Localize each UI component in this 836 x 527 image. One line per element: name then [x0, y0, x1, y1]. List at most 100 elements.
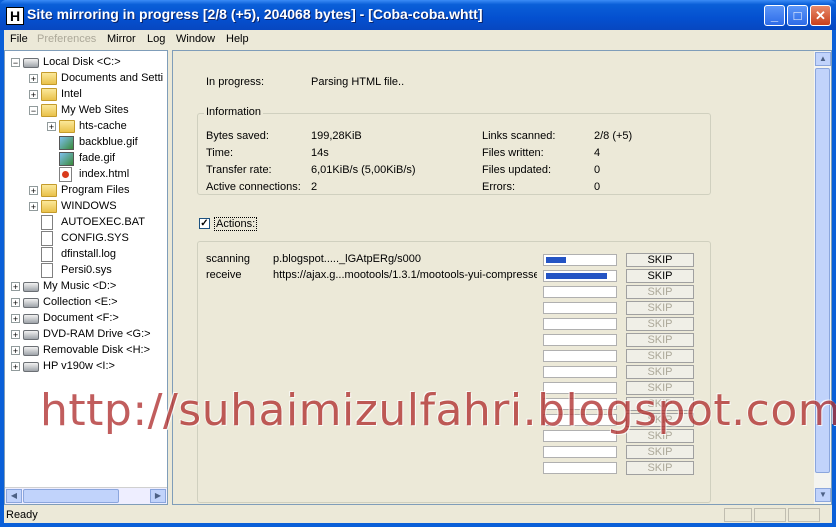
skip-button[interactable]: SKIP [626, 333, 694, 347]
image-file-icon [59, 136, 74, 150]
info-value: 2/8 (+5) [594, 130, 633, 142]
in-progress-label: In progress: [206, 76, 265, 88]
tree-node-label: AUTOEXEC.BAT [61, 216, 145, 228]
action-progress-bar [543, 286, 617, 298]
tree-node-label: dfinstall.log [61, 248, 117, 260]
status-panel [754, 508, 786, 522]
tree-node-label: Removable Disk <H:> [43, 344, 150, 356]
expand-icon[interactable]: + [47, 122, 56, 132]
status-panel [724, 508, 752, 522]
tree-horizontal-scrollbar[interactable]: ◀ ▶ [5, 487, 167, 504]
tree-node[interactable]: + HP v190w <I:> [5, 358, 167, 374]
info-value: 199,28KiB [311, 130, 362, 142]
tree-node[interactable]: index.html [5, 166, 167, 182]
skip-button[interactable]: SKIP [626, 349, 694, 363]
expand-icon[interactable]: + [11, 298, 20, 308]
file-icon [41, 231, 53, 246]
info-value: 0 [594, 181, 601, 193]
expand-icon[interactable]: + [29, 90, 38, 100]
maximize-button[interactable]: □ [787, 5, 808, 26]
info-label: Active connections: [206, 181, 301, 193]
folder-icon [41, 200, 57, 213]
httrack-app-icon: H [6, 7, 24, 25]
in-progress-value: Parsing HTML file.. [311, 76, 405, 88]
skip-button[interactable]: SKIP [626, 461, 694, 475]
tree-node[interactable]: AUTOEXEC.BAT [5, 214, 167, 230]
menu-preferences[interactable]: Preferences [37, 33, 96, 45]
skip-button[interactable]: SKIP [626, 285, 694, 299]
skip-button[interactable]: SKIP [626, 253, 694, 267]
tree-node-label: CONFIG.SYS [61, 232, 129, 244]
status-bar: Ready [4, 507, 832, 523]
scroll-thumb[interactable] [23, 489, 119, 503]
main-vertical-scrollbar[interactable]: ▲ ▼ [814, 51, 831, 504]
progress-pane: In progress: Parsing HTML file.. Informa… [172, 50, 832, 505]
expand-icon[interactable]: + [11, 346, 20, 356]
info-label: Links scanned: [482, 130, 556, 142]
tree-node[interactable]: + My Music <D:> [5, 278, 167, 294]
menu-window[interactable]: Window [176, 33, 215, 45]
tree-node[interactable]: backblue.gif [5, 134, 167, 150]
tree-node[interactable]: fade.gif [5, 150, 167, 166]
folder-icon [41, 72, 57, 85]
file-icon [41, 215, 53, 230]
action-progress-bar [543, 462, 617, 474]
expand-icon[interactable]: + [11, 314, 20, 324]
tree-node-label: hts-cache [79, 120, 127, 132]
minimize-button[interactable]: _ [764, 5, 785, 26]
tree-node[interactable]: + Documents and Setti [5, 70, 167, 86]
drive-icon [23, 282, 39, 292]
scroll-up-button[interactable]: ▲ [815, 52, 831, 66]
menu-log[interactable]: Log [147, 33, 165, 45]
scroll-right-button[interactable]: ▶ [150, 489, 166, 503]
expand-icon[interactable]: + [29, 74, 38, 84]
collapse-icon[interactable]: − [29, 106, 38, 116]
info-label: Files written: [482, 147, 544, 159]
skip-button[interactable]: SKIP [626, 365, 694, 379]
tree-node[interactable]: + Program Files [5, 182, 167, 198]
folder-icon [59, 120, 75, 133]
action-progress-bar [543, 334, 617, 346]
action-progress-bar [543, 318, 617, 330]
file-icon [41, 247, 53, 262]
tree-node[interactable]: + Collection <E:> [5, 294, 167, 310]
menu-help[interactable]: Help [226, 33, 249, 45]
folder-tree[interactable]: − Local Disk <C:> + Documents and Setti + Int… [4, 50, 168, 505]
skip-button[interactable]: SKIP [626, 317, 694, 331]
actions-checkbox[interactable]: ✓ [199, 218, 210, 229]
expand-icon[interactable]: + [11, 282, 20, 292]
tree-node[interactable]: + Intel [5, 86, 167, 102]
tree-node[interactable]: + WINDOWS [5, 198, 167, 214]
tree-node[interactable]: CONFIG.SYS [5, 230, 167, 246]
tree-node[interactable]: − My Web Sites [5, 102, 167, 118]
tree-node[interactable]: + DVD-RAM Drive <G:> [5, 326, 167, 342]
close-button[interactable]: ✕ [810, 5, 831, 26]
tree-node[interactable]: + Document <F:> [5, 310, 167, 326]
expand-icon[interactable]: + [11, 362, 20, 372]
action-url: https://ajax.g...mootools/1.3.1/mootools… [273, 269, 537, 281]
menu-file[interactable]: File [10, 33, 28, 45]
expand-icon[interactable]: + [29, 186, 38, 196]
menu-bar: File Preferences Mirror Log Window Help [4, 30, 832, 49]
skip-button[interactable]: SKIP [626, 301, 694, 315]
skip-button[interactable]: SKIP [626, 445, 694, 459]
collapse-icon[interactable]: − [11, 58, 20, 68]
info-label: Errors: [482, 181, 515, 193]
skip-button[interactable]: SKIP [626, 269, 694, 283]
scroll-left-button[interactable]: ◀ [6, 489, 22, 503]
tree-node[interactable]: + Removable Disk <H:> [5, 342, 167, 358]
expand-icon[interactable]: + [29, 202, 38, 212]
scroll-down-button[interactable]: ▼ [815, 488, 831, 502]
menu-mirror[interactable]: Mirror [107, 33, 136, 45]
title-bar[interactable]: H Site mirroring in progress [2/8 (+5), … [0, 0, 836, 30]
tree-node[interactable]: dfinstall.log [5, 246, 167, 262]
tree-node[interactable]: − Local Disk <C:> [5, 54, 167, 70]
tree-node-label: Documents and Setti [61, 72, 164, 84]
tree-node-label: WINDOWS [61, 200, 117, 212]
expand-icon[interactable]: + [11, 330, 20, 340]
actions-label[interactable]: Actions: [214, 217, 258, 231]
tree-node-label: Program Files [61, 184, 130, 196]
drive-icon [23, 314, 39, 324]
tree-node[interactable]: Persi0.sys [5, 262, 167, 278]
tree-node[interactable]: + hts-cache [5, 118, 167, 134]
